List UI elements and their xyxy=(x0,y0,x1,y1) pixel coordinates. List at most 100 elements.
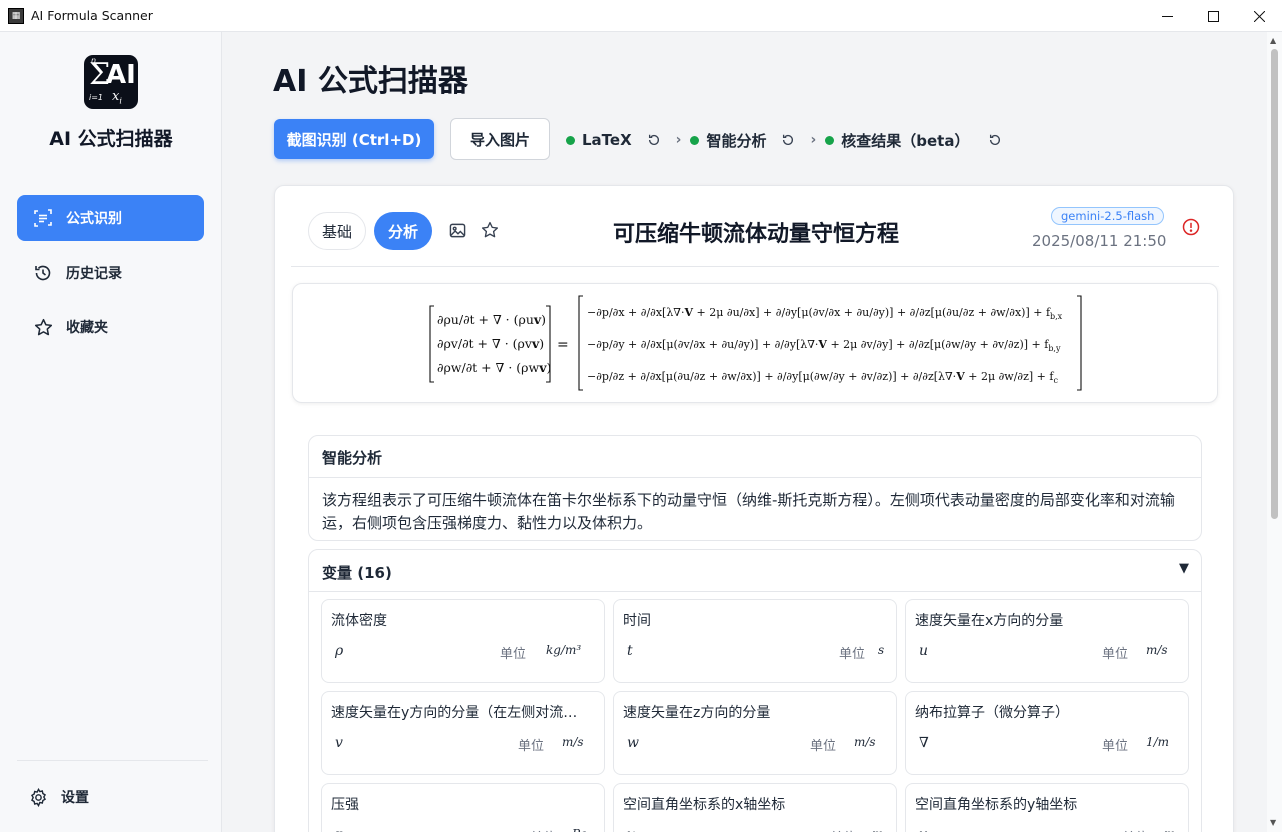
status-dot xyxy=(825,135,835,145)
variable-name: 速度矢量在x方向的分量 xyxy=(915,613,1064,629)
variable-card[interactable]: 空间直角坐标系的x轴坐标 x 单位 m xyxy=(613,783,897,832)
unit-label: 单位 xyxy=(830,827,856,832)
unit-label: 单位 xyxy=(500,647,527,662)
variable-card[interactable]: 空间直角坐标系的y轴坐标 y 单位 m xyxy=(905,783,1189,832)
variable-unit: m xyxy=(1164,827,1175,832)
variable-symbol: p xyxy=(335,827,344,832)
variable-card[interactable]: 速度矢量在x方向的分量 u 单位 m/s xyxy=(905,599,1189,683)
sidebar-divider xyxy=(17,760,208,761)
window-title: AI Formula Scanner xyxy=(31,8,153,23)
sidebar-item-history[interactable]: 历史记录 xyxy=(17,250,204,296)
analysis-panel: 智能分析 该方程组表示了可压缩牛顿流体在笛卡尔坐标系下的动量守恒（纳维-斯托克斯… xyxy=(308,435,1202,541)
analysis-text: 该方程组表示了可压缩牛顿流体在笛卡尔坐标系下的动量守恒（纳维-斯托克斯方程）。左… xyxy=(322,491,1175,532)
scan-icon xyxy=(33,208,53,228)
variable-card[interactable]: 压强 p 单位 Pa xyxy=(321,783,605,832)
chevron-right-icon: › xyxy=(675,132,682,148)
maximize-button[interactable] xyxy=(1190,0,1236,32)
page-title: AI 公式扫描器 xyxy=(273,64,468,99)
variable-name: 速度矢量在y方向的分量（在左侧对流… xyxy=(331,705,578,721)
svg-text:−∂p/∂y + ∂/∂x[μ(∂v/∂x + ∂u/∂y): −∂p/∂y + ∂/∂x[μ(∂v/∂x + ∂u/∂y)] + ∂/∂y[λ… xyxy=(587,338,1061,353)
variable-symbol: w xyxy=(627,735,639,751)
unit-label: 单位 xyxy=(1102,647,1129,662)
variable-symbol: t xyxy=(627,643,633,659)
caret-down-icon[interactable]: ▼ xyxy=(1179,561,1189,576)
variable-symbol: ∇ xyxy=(919,735,929,751)
sidebar-item-favorites[interactable]: 收藏夹 xyxy=(17,304,204,350)
variable-symbol: x xyxy=(627,827,635,832)
svg-text:∂ρv/∂t + ∇ · (ρvv): ∂ρv/∂t + ∇ · (ρvv) xyxy=(437,336,544,351)
variables-panel: 变量 (16) ▼ 流体密度 ρ 单位 kg/m³ 时间 t 单位 s 速度矢量… xyxy=(308,549,1202,832)
variable-card[interactable]: 速度矢量在y方向的分量（在左侧对流… v 单位 m/s xyxy=(321,691,605,775)
app-icon: ▦ xyxy=(8,7,24,24)
variable-name: 流体密度 xyxy=(331,613,387,629)
variable-unit: m/s xyxy=(562,735,584,749)
sidebar-item-formula-recognition[interactable]: 公式识别 xyxy=(17,195,204,241)
status-dot xyxy=(690,135,700,145)
timestamp: 2025/08/11 21:50 xyxy=(1032,232,1167,250)
close-button[interactable] xyxy=(1236,0,1282,32)
capture-button[interactable]: 截图识别 (Ctrl+D) xyxy=(274,119,434,159)
variable-card[interactable]: 纳布拉算子（微分算子） ∇ 单位 1/m xyxy=(905,691,1189,775)
favorite-star-icon[interactable] xyxy=(480,220,500,240)
result-card: 基础 分析 可压缩牛顿流体动量守恒方程 gemini-2.5-flash 202… xyxy=(274,185,1234,832)
settings-button[interactable]: 设置 xyxy=(28,787,89,807)
unit-label: 单位 xyxy=(839,647,866,662)
svg-text:∂ρu/∂t + ∇ · (ρuv): ∂ρu/∂t + ∇ · (ρuv) xyxy=(437,312,546,327)
app-logo: n Σ AI i=1 xi xyxy=(84,55,138,109)
formula-image: ∂ρu/∂t + ∇ · (ρuv) ∂ρv/∂t + ∇ · (ρvv) ∂ρ… xyxy=(429,295,1082,391)
variables-header[interactable]: 变量 (16) ▼ xyxy=(309,550,1201,592)
refresh-icon[interactable] xyxy=(987,132,1003,148)
variable-name: 空间直角坐标系的y轴坐标 xyxy=(915,797,1078,813)
variable-name: 压强 xyxy=(331,797,359,813)
sidebar-item-label: 收藏夹 xyxy=(66,320,108,336)
analysis-header: 智能分析 xyxy=(309,436,1201,478)
unit-label: 单位 xyxy=(810,739,837,754)
unit-label: 单位 xyxy=(1122,827,1148,832)
variable-name: 时间 xyxy=(623,613,651,629)
tab-basic[interactable]: 基础 xyxy=(308,212,366,250)
minimize-button[interactable] xyxy=(1144,0,1190,32)
variable-card[interactable]: 时间 t 单位 s xyxy=(613,599,897,683)
title-bar: ▦ AI Formula Scanner xyxy=(0,0,1282,32)
unit-label: 单位 xyxy=(530,827,556,832)
formula-title: 可压缩牛顿流体动量守恒方程 xyxy=(613,222,900,247)
variable-unit: kg/m³ xyxy=(546,643,582,657)
formula-render: ∂ρu/∂t + ∇ · (ρuv) ∂ρv/∂t + ∇ · (ρvv) ∂ρ… xyxy=(292,283,1218,403)
sidebar-item-label: 历史记录 xyxy=(66,266,122,282)
refresh-icon[interactable] xyxy=(646,132,662,148)
history-icon xyxy=(33,263,53,283)
variable-name: 空间直角坐标系的x轴坐标 xyxy=(623,797,786,813)
card-divider xyxy=(291,266,1219,267)
status-dot xyxy=(566,135,575,145)
image-icon[interactable] xyxy=(447,220,467,240)
svg-text:−∂p/∂x + ∂/∂x[λ∇·V + 2μ ∂u/∂x]: −∂p/∂x + ∂/∂x[λ∇·V + 2μ ∂u/∂x] + ∂/∂y[μ(… xyxy=(587,306,1063,321)
variable-unit: s xyxy=(878,643,885,657)
gear-icon xyxy=(28,787,48,807)
scrollbar[interactable]: ▲ ▼ xyxy=(1267,32,1282,832)
unit-label: 单位 xyxy=(1102,739,1129,754)
scroll-down-icon[interactable]: ▼ xyxy=(1270,818,1276,827)
refresh-icon[interactable] xyxy=(780,132,796,148)
model-badge: gemini-2.5-flash xyxy=(1051,207,1165,225)
variable-unit: Pa xyxy=(572,827,587,832)
minimize-icon xyxy=(1161,15,1173,17)
variable-symbol: y xyxy=(919,827,927,832)
step-verification: 核查结果（beta） xyxy=(841,131,970,150)
pipeline-steps: LaTeX › 智能分析 › 核查结果（beta） xyxy=(566,128,1003,152)
variables-title: 变量 (16) xyxy=(322,564,392,582)
scroll-up-icon[interactable]: ▲ xyxy=(1270,36,1276,45)
sidebar-item-label: 公式识别 xyxy=(66,211,122,227)
variable-card[interactable]: 速度矢量在z方向的分量 w 单位 m/s xyxy=(613,691,897,775)
variable-name: 纳布拉算子（微分算子） xyxy=(915,705,1069,721)
scroll-thumb[interactable] xyxy=(1271,49,1278,519)
variable-symbol: ρ xyxy=(335,643,344,659)
svg-text:∂ρw/∂t + ∇ · (ρwv): ∂ρw/∂t + ∇ · (ρwv) xyxy=(437,360,551,375)
alert-circle-icon[interactable] xyxy=(1182,218,1202,238)
svg-text:=: = xyxy=(557,337,569,353)
tab-analysis[interactable]: 分析 xyxy=(374,212,432,250)
step-analysis: 智能分析 xyxy=(706,131,767,150)
variable-symbol: v xyxy=(335,735,343,751)
import-image-button[interactable]: 导入图片 xyxy=(450,118,550,160)
chevron-right-icon: › xyxy=(810,132,817,148)
variable-card[interactable]: 流体密度 ρ 单位 kg/m³ xyxy=(321,599,605,683)
